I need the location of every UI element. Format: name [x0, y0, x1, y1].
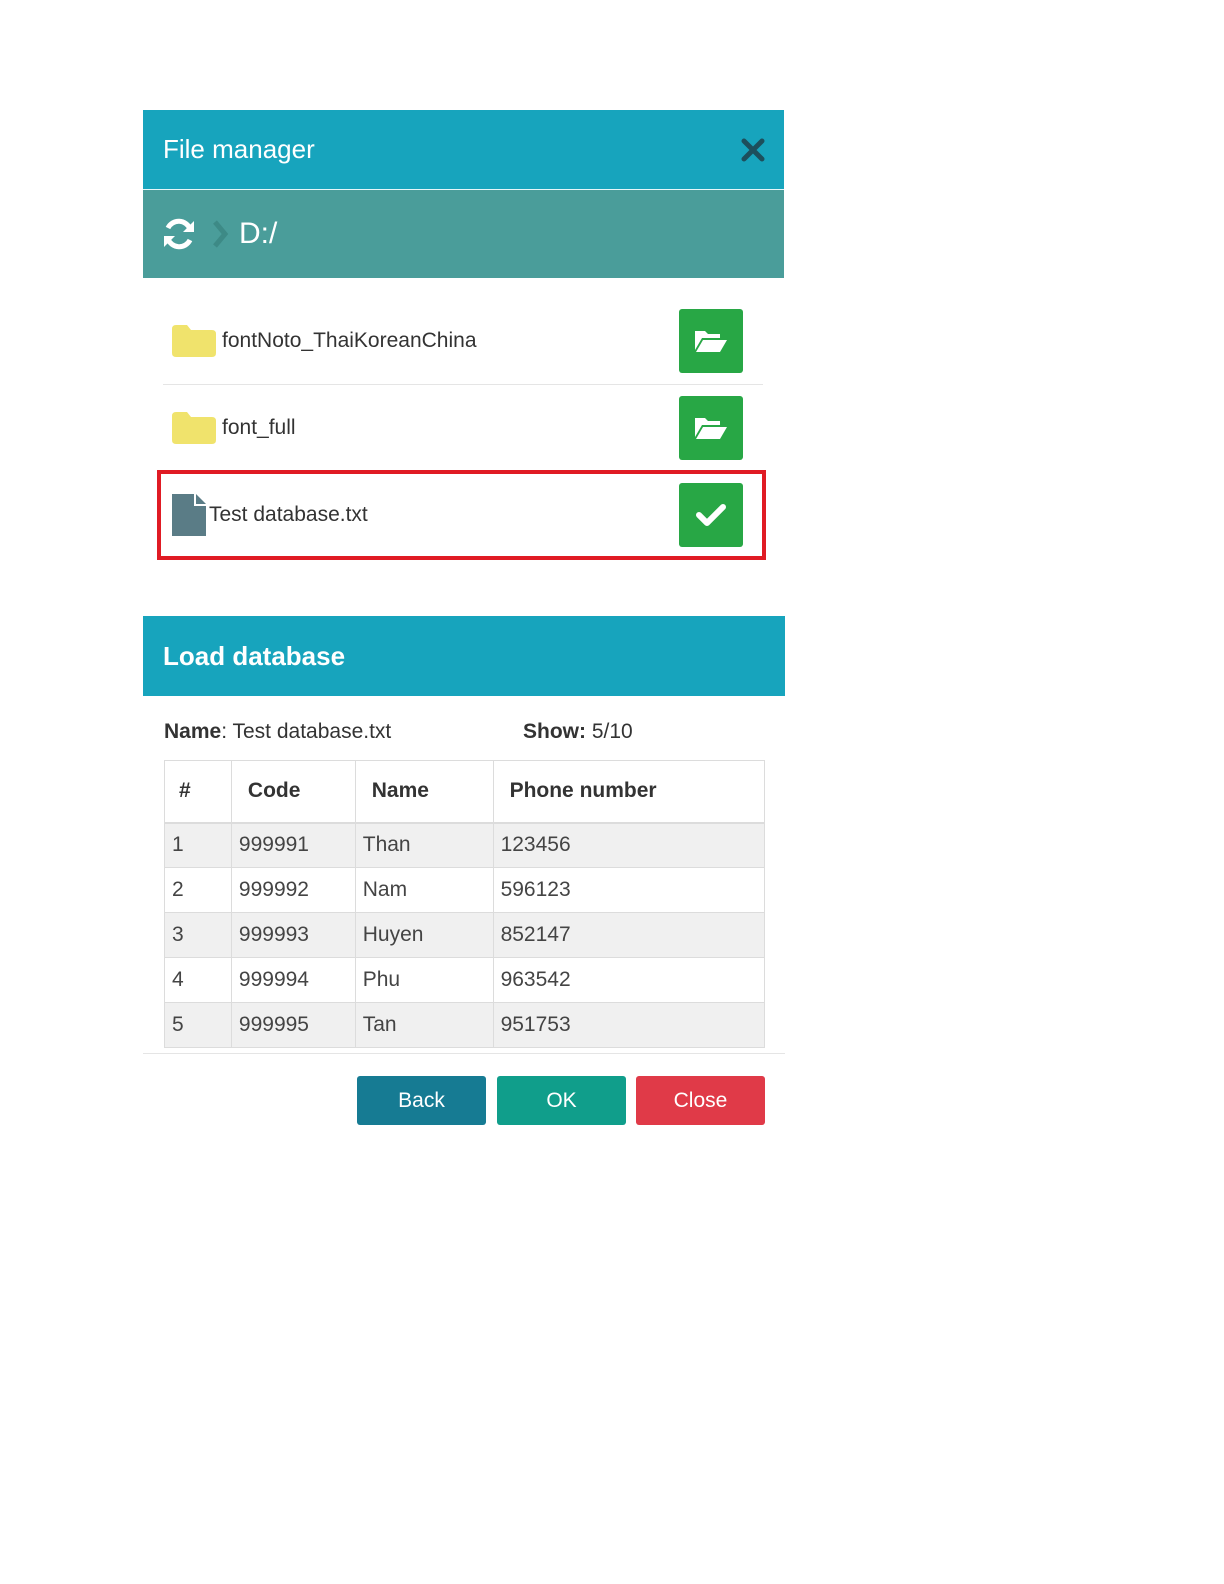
list-item[interactable]: font_full — [163, 385, 763, 472]
table-cell: 596123 — [492, 867, 766, 913]
load-database-header: Load database — [143, 616, 785, 696]
column-header: Code — [230, 760, 356, 824]
column-header: Name — [354, 760, 494, 824]
database-table: # Code Name Phone number 1 999991 Than 1… — [164, 760, 766, 1048]
table-cell: 999992 — [230, 867, 356, 913]
table-cell: 951753 — [492, 1002, 766, 1048]
chevron-right-icon — [211, 219, 229, 249]
list-item[interactable]: fontNoto_ThaiKoreanChina — [163, 298, 763, 385]
file-icon — [172, 494, 206, 536]
table-row: 1 999991 Than 123456 — [164, 822, 766, 868]
table-header-row: # Code Name Phone number — [164, 760, 766, 824]
table-cell: Phu — [354, 957, 494, 1003]
item-name: font_full — [222, 416, 296, 439]
table-cell: 999994 — [230, 957, 356, 1003]
show-label: Show: — [523, 720, 586, 743]
table-cell: 999993 — [230, 912, 356, 958]
item-name: Test database.txt — [209, 503, 368, 526]
item-name: fontNoto_ThaiKoreanChina — [222, 329, 477, 352]
table-cell: 852147 — [492, 912, 766, 958]
folder-open-icon — [695, 331, 727, 352]
database-show: Show: 5/10 — [523, 720, 633, 743]
show-value: 5/10 — [586, 720, 633, 743]
table-row: 3 999993 Huyen 852147 — [164, 912, 766, 958]
table-cell: 1 — [164, 822, 232, 868]
name-value: : Test database.txt — [221, 720, 392, 743]
check-icon — [696, 504, 726, 526]
close-button[interactable]: Close — [636, 1076, 765, 1125]
file-manager-title: File manager — [163, 134, 315, 164]
column-header: Phone number — [492, 760, 766, 824]
table-cell: 963542 — [492, 957, 766, 1003]
close-icon[interactable] — [738, 135, 768, 165]
folder-icon — [172, 412, 216, 444]
table-cell: 4 — [164, 957, 232, 1003]
folder-open-icon — [695, 418, 727, 439]
table-cell: 3 — [164, 912, 232, 958]
file-manager-dialog: File manager D:/ fontNoto_ThaiKoreanChin… — [143, 110, 784, 560]
table-cell: Than — [354, 822, 494, 868]
table-cell: Tan — [354, 1002, 494, 1048]
load-database-title: Load database — [163, 640, 346, 671]
table-cell: 5 — [164, 1002, 232, 1048]
name-label: Name — [164, 720, 222, 743]
database-info: Name: Test database.txt Show: 5/10 — [143, 696, 785, 743]
table-cell: 123456 — [492, 822, 766, 868]
table-cell: 999995 — [230, 1002, 356, 1048]
file-manager-header: File manager — [143, 110, 784, 190]
table-row: 2 999992 Nam 596123 — [164, 867, 766, 913]
column-header: # — [164, 760, 232, 824]
database-name: Name: Test database.txt — [164, 720, 523, 743]
table-cell: Huyen — [354, 912, 494, 958]
table-cell: Nam — [354, 867, 494, 913]
load-database-dialog: Load database Name: Test database.txt Sh… — [143, 616, 785, 1146]
current-path: D:/ — [239, 217, 278, 250]
table-row: 4 999994 Phu 963542 — [164, 957, 766, 1003]
path-bar: D:/ — [143, 190, 784, 278]
table-cell: 999991 — [230, 822, 356, 868]
folder-icon — [172, 325, 216, 357]
open-folder-button[interactable] — [679, 309, 743, 373]
file-list: fontNoto_ThaiKoreanChina font_full Test … — [143, 278, 784, 560]
select-file-button[interactable] — [679, 483, 743, 547]
ok-button[interactable]: OK — [497, 1076, 626, 1125]
back-button[interactable]: Back — [357, 1076, 486, 1125]
list-item-selected[interactable]: Test database.txt — [157, 470, 766, 560]
dialog-footer: Back OK Close — [143, 1053, 785, 1146]
table-row: 5 999995 Tan 951753 — [164, 1002, 766, 1048]
refresh-icon[interactable] — [161, 216, 197, 252]
table-cell: 2 — [164, 867, 232, 913]
open-folder-button[interactable] — [679, 396, 743, 460]
